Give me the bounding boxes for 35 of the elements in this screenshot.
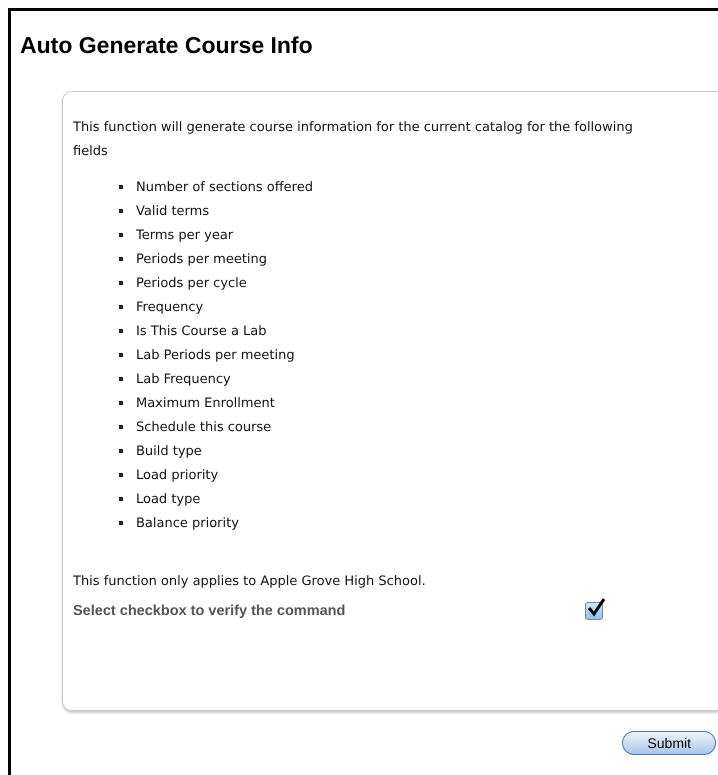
field-item: Load priority bbox=[136, 468, 218, 482]
bullet-icon bbox=[119, 473, 123, 477]
verify-label: Select checkbox to verify the command bbox=[73, 603, 346, 619]
bullet-icon bbox=[119, 305, 123, 309]
page-title: Auto Generate Course Info bbox=[19, 31, 314, 60]
bullet-icon bbox=[119, 185, 123, 189]
field-item: Lab Frequency bbox=[136, 372, 231, 386]
field-item: Maximum Enrollment bbox=[136, 396, 275, 410]
field-item: Periods per cycle bbox=[136, 276, 247, 290]
bullet-icon bbox=[119, 425, 123, 429]
bullet-icon bbox=[119, 281, 123, 285]
bullet-icon bbox=[119, 449, 123, 453]
field-item: Load type bbox=[136, 492, 200, 506]
field-item: Number of sections offered bbox=[136, 180, 313, 194]
bullet-icon bbox=[119, 377, 123, 381]
bullet-icon bbox=[119, 401, 123, 405]
note-text: This function only applies to Apple Grove High School. bbox=[73, 573, 427, 591]
field-item: Is This Course a Lab bbox=[136, 324, 267, 338]
bullet-icon bbox=[119, 329, 123, 333]
bullet-icon bbox=[119, 497, 123, 501]
field-item: Valid terms bbox=[136, 204, 210, 218]
submit-button[interactable]: Submit bbox=[622, 731, 716, 755]
field-item: Terms per year bbox=[136, 228, 234, 242]
field-item: Lab Periods per meeting bbox=[136, 348, 295, 362]
bullet-icon bbox=[119, 209, 123, 213]
bullet-icon bbox=[119, 353, 123, 357]
field-item: Balance priority bbox=[136, 516, 239, 530]
bullet-icon bbox=[119, 257, 123, 261]
field-item: Build type bbox=[136, 444, 202, 458]
bullet-icon bbox=[119, 233, 123, 237]
bullet-icon bbox=[119, 521, 123, 525]
field-item: Frequency bbox=[136, 300, 204, 314]
field-item: Periods per meeting bbox=[136, 252, 268, 266]
field-item: Schedule this course bbox=[136, 420, 272, 434]
intro-text: This function will generate course information for the current catalog for the following fields bbox=[73, 119, 634, 161]
